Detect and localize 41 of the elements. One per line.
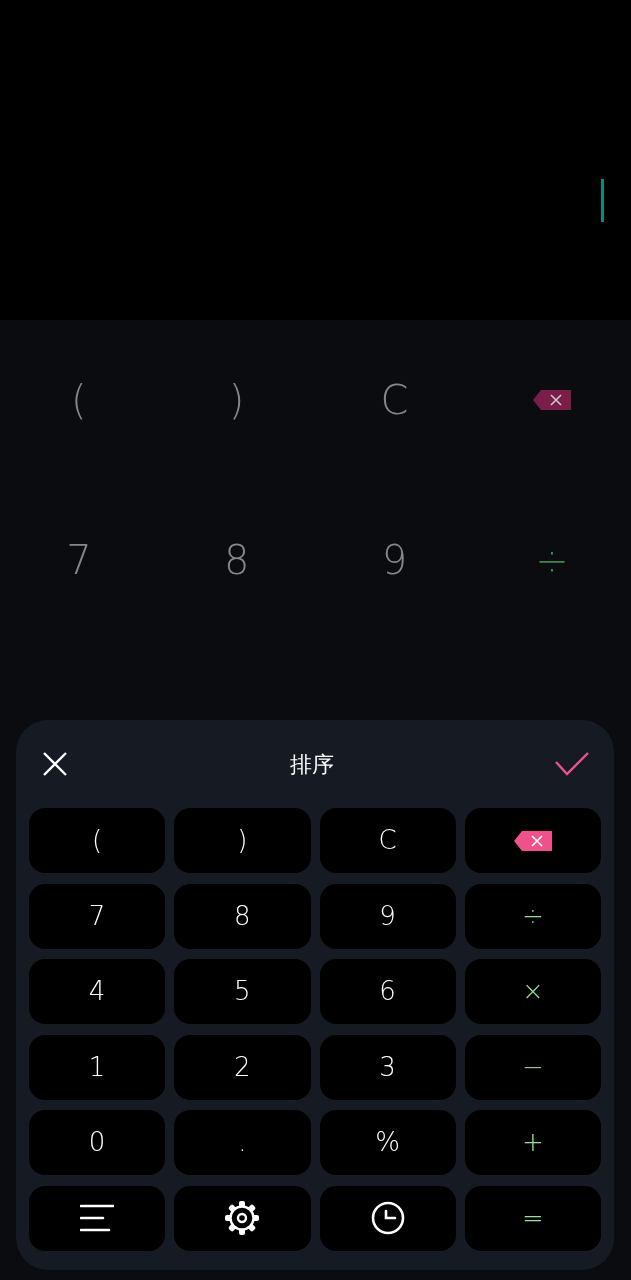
operator-button[interactable]: −	[464, 1034, 601, 1100]
key-button[interactable]: .	[174, 1110, 311, 1175]
confirm-button[interactable]	[555, 752, 589, 776]
key-button[interactable]: 6	[319, 959, 456, 1024]
key-button[interactable]: 0	[29, 1110, 166, 1175]
digit-key[interactable]: )	[228, 380, 245, 420]
key-button[interactable]: 7	[29, 883, 166, 949]
history-button[interactable]	[319, 1185, 456, 1251]
text-cursor	[601, 179, 604, 222]
key-button[interactable]: 4	[29, 959, 166, 1024]
backspace-icon	[532, 389, 573, 411]
key-button[interactable]: )	[174, 808, 311, 873]
key-button[interactable]: 8	[174, 883, 311, 949]
digit-key[interactable]: 8	[223, 540, 250, 580]
close-icon	[42, 751, 68, 777]
operator-button[interactable]: ÷	[464, 883, 601, 949]
settings-button[interactable]	[174, 1185, 311, 1251]
key-button[interactable]: 3	[319, 1034, 456, 1100]
key-button[interactable]: 9	[319, 883, 456, 949]
check-icon	[555, 752, 589, 776]
operator-key[interactable]: ÷	[535, 540, 569, 580]
settings-icon	[224, 1200, 261, 1236]
backspace-button[interactable]	[464, 808, 601, 873]
backspace-icon	[512, 829, 553, 852]
key-button[interactable]: %	[319, 1110, 456, 1175]
close-button[interactable]	[42, 751, 68, 777]
operator-button[interactable]: ×	[464, 959, 601, 1024]
clock-icon	[370, 1201, 405, 1235]
digit-key[interactable]: 9	[381, 540, 408, 580]
operator-button[interactable]: +	[464, 1110, 601, 1175]
menu-icon	[80, 1204, 115, 1232]
digit-key[interactable]: C	[380, 380, 409, 420]
sheet-title: 排序	[289, 750, 334, 779]
key-button[interactable]: 2	[174, 1034, 311, 1100]
key-button[interactable]: (	[29, 808, 166, 873]
operator-button[interactable]: =	[464, 1185, 601, 1251]
key-button[interactable]: C	[319, 808, 456, 873]
key-button[interactable]: 1	[29, 1034, 166, 1100]
digit-key[interactable]: (	[71, 380, 87, 420]
key-button[interactable]: 5	[174, 959, 311, 1024]
digit-key[interactable]: 7	[66, 540, 92, 580]
